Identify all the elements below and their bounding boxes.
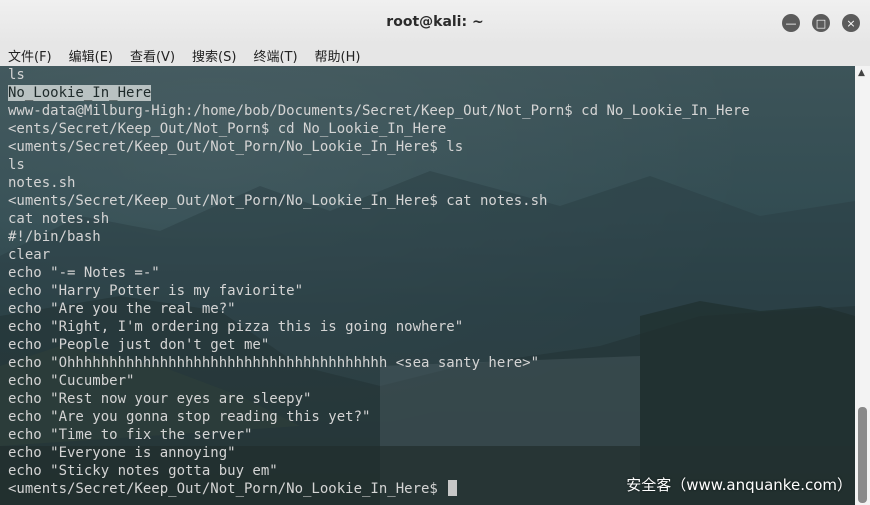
terminal-line: echo "Harry Potter is my faviorite" bbox=[8, 282, 855, 300]
terminal-line: echo "Ohhhhhhhhhhhhhhhhhhhhhhhhhhhhhhhhh… bbox=[8, 354, 855, 372]
line-text: echo "Cucumber" bbox=[8, 373, 135, 389]
line-text: echo "Are you gonna stop reading this ye… bbox=[8, 409, 371, 425]
line-text: echo "Are you the real me?" bbox=[8, 301, 236, 317]
terminal-line: <ents/Secret/Keep_Out/Not_Porn$ cd No_Lo… bbox=[8, 120, 855, 138]
close-button[interactable]: × bbox=[842, 14, 860, 32]
line-text: echo "Rest now your eyes are sleepy" bbox=[8, 391, 312, 407]
terminal-line: No_Lookie_In_Here bbox=[8, 84, 855, 102]
terminal-line: echo "Everyone is annoying" bbox=[8, 444, 855, 462]
terminal-line: <uments/Secret/Keep_Out/Not_Porn/No_Look… bbox=[8, 192, 855, 210]
menu-view[interactable]: 查看(V) bbox=[130, 46, 175, 65]
terminal-line: cat notes.sh bbox=[8, 210, 855, 228]
terminal-line: echo "Are you the real me?" bbox=[8, 300, 855, 318]
line-text: cat notes.sh bbox=[8, 211, 110, 227]
terminal-area[interactable]: ls No_Lookie_In_Here www-data@Milburg-High… bbox=[0, 66, 855, 505]
line-text: <uments/Secret/Keep_Out/Not_Porn/No_Look… bbox=[8, 193, 548, 209]
terminal-window: root@kali: ~ — □ × 文件(F) 编辑(E) 查看(V) 搜索(… bbox=[0, 0, 870, 505]
title-bar[interactable]: root@kali: ~ — □ × bbox=[0, 0, 870, 44]
terminal-line: <uments/Secret/Keep_Out/Not_Porn/No_Look… bbox=[8, 138, 855, 156]
maximize-button[interactable]: □ bbox=[812, 14, 830, 32]
terminal-line: ls bbox=[8, 156, 855, 174]
window-controls: — □ × bbox=[782, 14, 860, 32]
line-text: echo "-= Notes =-" bbox=[8, 265, 160, 281]
menu-file[interactable]: 文件(F) bbox=[8, 46, 52, 65]
terminal-line: echo "People just don't get me" bbox=[8, 336, 855, 354]
text-cursor bbox=[448, 480, 458, 496]
terminal-line: echo "Cucumber" bbox=[8, 372, 855, 390]
terminal-line: echo "-= Notes =-" bbox=[8, 264, 855, 282]
terminal-line: notes.sh bbox=[8, 174, 855, 192]
line-text: echo "Harry Potter is my faviorite" bbox=[8, 283, 304, 299]
terminal-line: ls bbox=[8, 66, 855, 84]
line-text: echo "Time to fix the server" bbox=[8, 427, 253, 443]
vertical-scrollbar[interactable]: ▲ bbox=[855, 66, 870, 505]
minimize-button[interactable]: — bbox=[782, 14, 800, 32]
scroll-up-icon[interactable]: ▲ bbox=[858, 68, 865, 78]
line-text: notes.sh bbox=[8, 175, 76, 191]
line-text: www-data@Milburg-High:/home/bob/Document… bbox=[8, 103, 750, 119]
line-text: echo "Ohhhhhhhhhhhhhhhhhhhhhhhhhhhhhhhhh… bbox=[8, 355, 540, 371]
menu-edit[interactable]: 编辑(E) bbox=[69, 46, 113, 65]
line-text: echo "People just don't get me" bbox=[8, 337, 270, 353]
menu-bar: 文件(F) 编辑(E) 查看(V) 搜索(S) 终端(T) 帮助(H) bbox=[0, 44, 870, 66]
menu-help[interactable]: 帮助(H) bbox=[315, 46, 361, 65]
line-text: <uments/Secret/Keep_Out/Not_Porn/No_Look… bbox=[8, 139, 464, 155]
line-text: #!/bin/bash bbox=[8, 229, 101, 245]
terminal-line: echo "Time to fix the server" bbox=[8, 426, 855, 444]
terminal-output: ls No_Lookie_In_Here www-data@Milburg-High… bbox=[8, 66, 855, 498]
terminal-line: #!/bin/bash bbox=[8, 228, 855, 246]
terminal-line: echo "Are you gonna stop reading this ye… bbox=[8, 408, 855, 426]
scrollbar-thumb[interactable] bbox=[858, 407, 867, 503]
menu-terminal[interactable]: 终端(T) bbox=[253, 46, 297, 65]
terminal-line: echo "Rest now your eyes are sleepy" bbox=[8, 390, 855, 408]
line-text: echo "Everyone is annoying" bbox=[8, 445, 236, 461]
menu-search[interactable]: 搜索(S) bbox=[192, 46, 236, 65]
terminal-line: echo "Right, I'm ordering pizza this is … bbox=[8, 318, 855, 336]
line-text: clear bbox=[8, 247, 51, 263]
line-text: echo "Right, I'm ordering pizza this is … bbox=[8, 319, 464, 335]
line-text: <uments/Secret/Keep_Out/Not_Porn/No_Look… bbox=[8, 481, 447, 497]
line-text: <ents/Secret/Keep_Out/Not_Porn$ cd No_Lo… bbox=[8, 121, 447, 137]
selected-text: No_Lookie_In_Here bbox=[8, 85, 152, 101]
line-text: ls bbox=[8, 157, 25, 173]
line-text: echo "Sticky notes gotta buy em" bbox=[8, 463, 278, 479]
terminal-line: www-data@Milburg-High:/home/bob/Document… bbox=[8, 102, 855, 120]
line-text: ls bbox=[8, 67, 25, 83]
terminal-line: clear bbox=[8, 246, 855, 264]
window-title: root@kali: ~ bbox=[386, 14, 484, 30]
watermark: 安全客（www.anquanke.com） bbox=[626, 476, 852, 494]
